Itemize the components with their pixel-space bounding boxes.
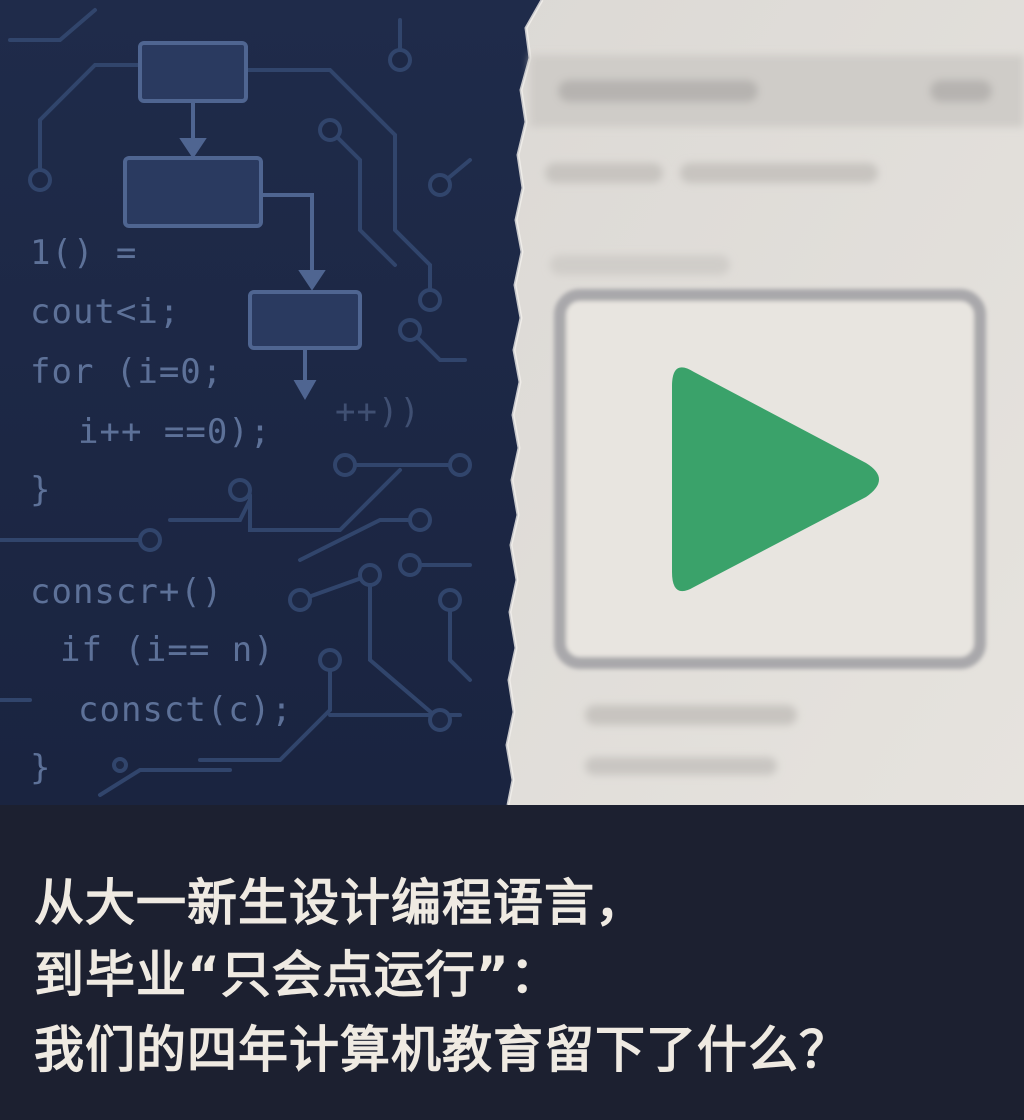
code-line-9: } (30, 748, 52, 788)
headline-line-2: 到毕业“只会点运行”： (34, 946, 561, 1004)
code-line-5: } (30, 470, 52, 510)
code-stray-text: ++)) (335, 392, 421, 432)
code-line-7: if (i== n) (60, 630, 275, 670)
cover-illustration (0, 0, 1024, 805)
headline-line-3: 我们的四年计算机教育留下了什么？ (34, 1021, 850, 1079)
code-line-6: conscr+() (30, 572, 224, 612)
headline-line-1: 从大一新生设计编程语言， (34, 874, 646, 932)
code-line-3: for (i=0; (30, 352, 224, 392)
caption-panel: 从大一新生设计编程语言， 到毕业“只会点运行”： 我们的四年计算机教育留下了什么… (0, 805, 1024, 1120)
code-line-4: i++ ==0); (78, 412, 272, 452)
code-line-1: 1() = (30, 233, 138, 273)
code-line-2: cout<i; (30, 292, 181, 332)
code-line-8: consct(c); (78, 690, 293, 730)
poster: 1() = cout<i; for (i=0; i++ ==0); ++)) }… (0, 0, 1024, 1120)
